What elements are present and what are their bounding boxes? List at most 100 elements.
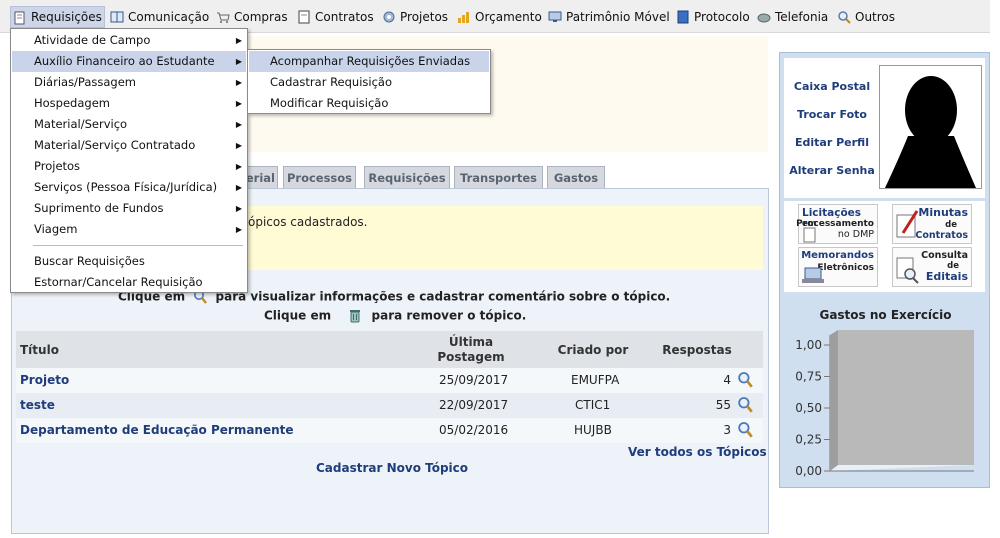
topic-title-link[interactable]: teste xyxy=(20,393,55,418)
reply-count: 4 xyxy=(723,373,731,387)
shortcut-word: Licitações xyxy=(802,207,862,219)
chart-tick-label: 0,00 xyxy=(795,464,822,478)
instruction-remove: Clique em para remover o tópico. xyxy=(264,308,526,324)
menu-item-label: Estornar/Cancelar Requisição xyxy=(34,275,203,289)
menu-item-auxilio-financeiro[interactable]: Auxílio Financeiro ao Estudante ▶ xyxy=(12,51,246,72)
menu-item-diarias[interactable]: Diárias/Passagem ▶ xyxy=(12,72,246,93)
tab-gastos[interactable]: Gastos xyxy=(547,166,605,189)
menu-label: Projetos xyxy=(400,10,449,24)
menu-contratos[interactable]: Contratos xyxy=(295,6,374,28)
menu-item-label: Suprimento de Fundos xyxy=(34,201,164,215)
menu-compras[interactable]: Compras xyxy=(214,6,288,28)
submenu-arrow-icon: ▶ xyxy=(235,57,242,66)
last-post-date: 25/09/2017 xyxy=(439,373,509,387)
menu-item-suprimento[interactable]: Suprimento de Fundos ▶ xyxy=(12,198,246,219)
menu-item-atividade-campo[interactable]: Atividade de Campo ▶ xyxy=(12,30,246,51)
requisicoes-dropdown: Atividade de Campo ▶ Auxílio Financeiro a… xyxy=(10,28,248,293)
shortcut-word: Minutas xyxy=(918,206,968,219)
submenu-arrow-icon: ▶ xyxy=(235,99,242,108)
menu-outros[interactable]: Outros xyxy=(835,6,895,28)
new-topic-link[interactable]: Cadastrar Novo Tópico xyxy=(316,461,468,475)
menu-item-estornar-cancelar[interactable]: Estornar/Cancelar Requisição xyxy=(12,272,246,293)
auxilio-submenu: Acompanhar Requisições Enviadas Cadastra… xyxy=(247,49,491,114)
reply-count: 55 xyxy=(715,398,731,412)
menu-separator xyxy=(33,245,243,246)
header-respostas: Respostas xyxy=(662,343,732,357)
menu-comunicacao[interactable]: Comunicação xyxy=(108,6,209,28)
editar-perfil-link[interactable]: Editar Perfil xyxy=(784,136,880,149)
topic-title-link[interactable]: Projeto xyxy=(20,368,69,393)
phone-icon xyxy=(757,13,771,23)
menu-telefonia[interactable]: Telefonia xyxy=(755,6,828,28)
instruction-post: para remover o tópico. xyxy=(371,308,527,323)
document-icon xyxy=(803,227,816,243)
menu-item-material-contratado[interactable]: Material/Serviço Contratado ▶ xyxy=(12,135,246,156)
submenu-item-modificar[interactable]: Modificar Requisição xyxy=(249,93,489,114)
menu-patrimonio[interactable]: Patrimônio Móvel xyxy=(546,6,670,28)
menu-item-hospedagem[interactable]: Hospedagem ▶ xyxy=(12,93,246,114)
last-post-date: 22/09/2017 xyxy=(439,398,509,412)
shortcut-word: Consulta xyxy=(921,250,968,261)
menu-label: Orçamento xyxy=(475,10,542,24)
topics-table: Título Última Postagem Criado por Respos… xyxy=(16,331,763,443)
menu-item-buscar-requisicoes[interactable]: Buscar Requisições xyxy=(12,251,246,272)
tab-processos[interactable]: Processos xyxy=(283,166,356,189)
minutas-shortcut[interactable]: Minutas de Contratos xyxy=(892,204,972,244)
view-topic-icon[interactable] xyxy=(736,396,754,414)
contract-icon xyxy=(298,10,310,24)
menu-label: Outros xyxy=(855,10,896,24)
tab-label: Processos xyxy=(286,171,353,185)
table-row: Projeto 25/09/2017 EMUFPA 4 xyxy=(16,368,763,393)
created-by: HUJBB xyxy=(574,423,612,437)
view-topic-icon[interactable] xyxy=(736,421,754,439)
shortcut-word: no DMP xyxy=(837,229,874,240)
menu-requisicoes[interactable]: Requisições xyxy=(10,6,105,28)
menu-item-label: Modificar Requisição xyxy=(270,96,389,110)
menu-projetos[interactable]: Projetos xyxy=(380,6,448,28)
view-topic-icon[interactable] xyxy=(736,371,754,389)
gastos-title: Gastos no Exercício xyxy=(819,308,952,322)
licitacoes-shortcut[interactable]: Licitações em Processamento no DMP xyxy=(796,204,878,244)
menu-item-label: Cadastrar Requisição xyxy=(270,75,393,89)
menu-protocolo[interactable]: Protocolo xyxy=(674,6,750,28)
protocol-icon xyxy=(677,10,689,24)
tab-requisicoes[interactable]: Requisições xyxy=(364,166,450,189)
caixa-postal-link[interactable]: Caixa Postal xyxy=(784,80,880,93)
tab-transportes[interactable]: Transportes xyxy=(454,166,543,189)
menu-label: Requisições xyxy=(31,10,102,24)
menu-orcamento[interactable]: Orçamento xyxy=(455,6,542,28)
created-by: CTIC1 xyxy=(575,398,611,412)
submenu-arrow-icon: ▶ xyxy=(235,225,242,234)
memorandos-shortcut[interactable]: Memorandos Eletrônicos xyxy=(798,247,878,287)
submenu-arrow-icon: ▶ xyxy=(235,204,242,213)
view-all-topics-link[interactable]: Ver todos os Tópicos xyxy=(628,445,767,459)
menu-item-label: Material/Serviço xyxy=(34,117,128,131)
topic-title-link[interactable]: Departamento de Educação Permanente xyxy=(20,418,294,443)
last-post-date: 05/02/2016 xyxy=(439,423,509,437)
monitor-icon xyxy=(548,11,562,22)
menu-item-viagem[interactable]: Viagem ▶ xyxy=(12,219,246,240)
chart-tick-label: 0,75 xyxy=(795,370,822,384)
menu-item-label: Diárias/Passagem xyxy=(34,75,137,89)
consulta-editais-shortcut[interactable]: Consulta de Editais xyxy=(892,247,972,287)
menu-item-label: Acompanhar Requisições Enviadas xyxy=(270,54,471,68)
submenu-item-acompanhar[interactable]: Acompanhar Requisições Enviadas xyxy=(249,51,489,72)
menu-label: Telefonia xyxy=(775,10,829,24)
tab-label: Gastos xyxy=(553,171,599,185)
shortcut-word: Editais xyxy=(925,270,968,283)
chart-tick-label: 1,00 xyxy=(795,338,822,352)
search-icon xyxy=(838,11,851,24)
menu-item-material-servico[interactable]: Material/Serviço ▶ xyxy=(12,114,246,135)
submenu-item-cadastrar[interactable]: Cadastrar Requisição xyxy=(249,72,489,93)
menu-item-projetos[interactable]: Projetos ▶ xyxy=(12,156,246,177)
right-sidebar: Caixa Postal Trocar Foto Editar Perfil A… xyxy=(779,52,990,488)
instruction-pre: Clique em xyxy=(264,308,332,323)
menu-item-label: Hospedagem xyxy=(34,96,110,110)
trocar-foto-link[interactable]: Trocar Foto xyxy=(784,108,880,121)
submenu-arrow-icon: ▶ xyxy=(235,120,242,129)
alterar-senha-link[interactable]: Alterar Senha xyxy=(784,164,880,177)
shortcut-word: Memorandos xyxy=(801,250,874,261)
profile-box: Caixa Postal Trocar Foto Editar Perfil A… xyxy=(784,58,985,198)
cart-icon xyxy=(217,12,230,23)
menu-item-servicos[interactable]: Serviços (Pessoa Física/Jurídica) ▶ xyxy=(12,177,246,198)
